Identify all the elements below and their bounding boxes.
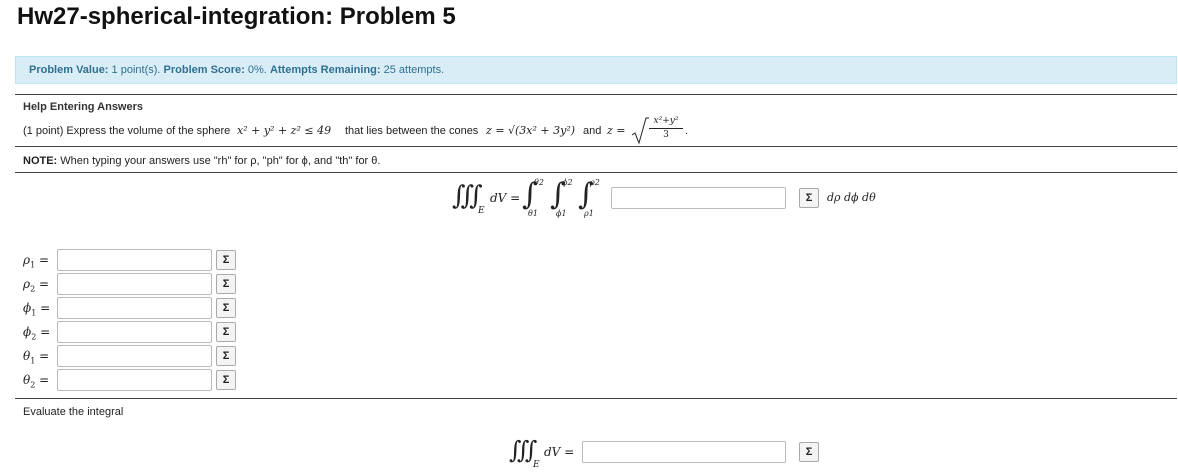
phi2-input[interactable]: [57, 321, 212, 343]
bound-label-rho1: ρ1 =: [23, 253, 50, 270]
upper-bound-theta2: θ2: [534, 178, 544, 187]
problem-score-text: 0%.: [247, 64, 267, 76]
rho1-input[interactable]: [57, 249, 212, 271]
lower-bound-phi1: ϕ1: [556, 209, 567, 218]
cone1-expression: z = √(3x² + 3y²): [486, 124, 576, 137]
theta1-sigma-button[interactable]: Σ: [216, 346, 236, 366]
bound-row-theta1: θ1 = Σ: [23, 345, 243, 367]
bound-label-theta1: θ1 =: [23, 349, 50, 366]
divider-note: [15, 172, 1177, 173]
theta2-sigma-button[interactable]: Σ: [216, 370, 236, 390]
fraction-bar: [649, 128, 683, 129]
cone2-lhs: z =: [607, 124, 626, 137]
eval-dv-equals: dV =: [544, 445, 575, 459]
attempts-remaining-text: 25 attempts.: [383, 64, 445, 76]
note-body: When typing your answers use "rh" for ρ,…: [60, 155, 381, 167]
bound-label-rho2: ρ2 =: [23, 277, 50, 294]
problem-middle-text: that lies between the cones: [345, 125, 479, 137]
problem-info-bar: Problem Value: 1 point(s). Problem Score…: [15, 56, 1177, 84]
integrand-answer-input[interactable]: [611, 187, 786, 209]
divider-problem: [15, 146, 1177, 147]
evaluate-label: Evaluate the integral: [23, 406, 124, 418]
theta1-input[interactable]: [57, 345, 212, 367]
bound-row-theta2: θ2 = Σ: [23, 369, 243, 391]
differentials-label: dρ dϕ dθ: [827, 191, 876, 204]
bound-row-rho2: ρ2 = Σ: [23, 273, 243, 295]
rho1-sigma-button[interactable]: Σ: [216, 250, 236, 270]
phi1-sigma-button[interactable]: Σ: [216, 298, 236, 318]
lower-bound-theta1: θ1: [528, 209, 538, 218]
problem-score-label: Problem Score:: [163, 64, 245, 76]
attempts-remaining-label: Attempts Remaining:: [269, 64, 381, 76]
upper-bound-rho2: ρ2: [590, 178, 600, 187]
bound-row-phi2: ϕ2 = Σ: [23, 321, 243, 343]
sqrt-radical-icon: [631, 117, 649, 145]
problem-prefix: (1 point) Express the volume of the sphe…: [23, 125, 231, 137]
problem-statement: (1 point) Express the volume of the sphe…: [23, 116, 783, 145]
problem-value-label: Problem Value:: [29, 64, 109, 76]
help-entering-answers-link[interactable]: Help Entering Answers: [23, 101, 143, 113]
integrand-sigma-button[interactable]: Σ: [799, 188, 819, 208]
note-label: NOTE:: [23, 155, 58, 167]
bound-row-rho1: ρ1 = Σ: [23, 249, 243, 271]
rho2-input[interactable]: [57, 273, 212, 295]
integral-region-label: E: [478, 206, 485, 216]
sphere-inequality: x² + y² + z² ≤ 49: [237, 124, 332, 137]
cone2-denominator: 3: [663, 130, 669, 140]
bound-row-phi1: ϕ1 = Σ: [23, 297, 243, 319]
lower-bound-rho1: ρ1: [584, 209, 594, 218]
evaluate-sigma-button[interactable]: Σ: [799, 442, 819, 462]
theta2-input[interactable]: [57, 369, 212, 391]
bound-label-phi1: ϕ1 =: [23, 301, 51, 318]
and-text: and: [583, 125, 602, 137]
dv-equals: dV =: [490, 191, 521, 205]
divider-top: [15, 94, 1177, 95]
divider-evaluate: [15, 398, 1177, 399]
problem-value-text: 1 point(s).: [111, 64, 161, 76]
problem-end-period: .: [685, 125, 689, 137]
note-text: NOTE: When typing your answers use "rh" …: [23, 155, 380, 167]
rho2-sigma-button[interactable]: Σ: [216, 274, 236, 294]
eval-region-label: E: [533, 460, 540, 470]
bound-label-phi2: ϕ2 =: [23, 325, 51, 342]
phi2-sigma-button[interactable]: Σ: [216, 322, 236, 342]
evaluate-answer-input[interactable]: [582, 441, 786, 463]
bound-label-theta2: θ2 =: [23, 373, 50, 390]
cone2-numerator: x²+y²: [653, 116, 679, 126]
phi1-input[interactable]: [57, 297, 212, 319]
upper-bound-phi2: ϕ2: [562, 178, 573, 187]
page-title: Hw27-spherical-integration: Problem 5: [17, 3, 456, 30]
